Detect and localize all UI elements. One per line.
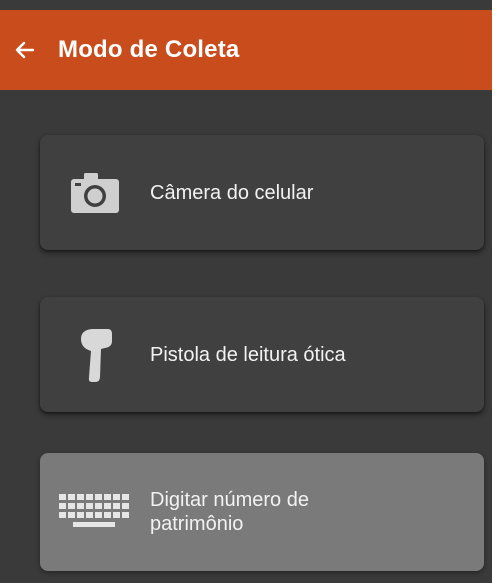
keyboard-icon (40, 453, 150, 571)
option-scanner[interactable]: Pistola de leitura ótica (40, 297, 484, 412)
option-camera-label: Câmera do celular (150, 181, 314, 204)
option-keyboard-label-line1: Digitar número de (150, 489, 309, 511)
barcode-scanner-icon (40, 297, 150, 412)
page-title: Modo de Coleta (58, 36, 240, 63)
option-camera[interactable]: Câmera do celular (40, 135, 484, 250)
option-keyboard-label-line2: patrimônio (150, 513, 244, 535)
arrow-left-icon (15, 41, 35, 59)
option-keyboard[interactable]: Digitar número de patrimônio (40, 453, 484, 571)
back-button[interactable] (4, 29, 46, 71)
camera-icon (40, 135, 150, 250)
option-scanner-label: Pistola de leitura ótica (150, 343, 346, 366)
app-screen: Modo de Coleta Câmera do celular Pistola… (0, 0, 492, 583)
app-bar: Modo de Coleta (0, 10, 492, 90)
option-keyboard-label: Digitar número de patrimônio (150, 488, 309, 536)
